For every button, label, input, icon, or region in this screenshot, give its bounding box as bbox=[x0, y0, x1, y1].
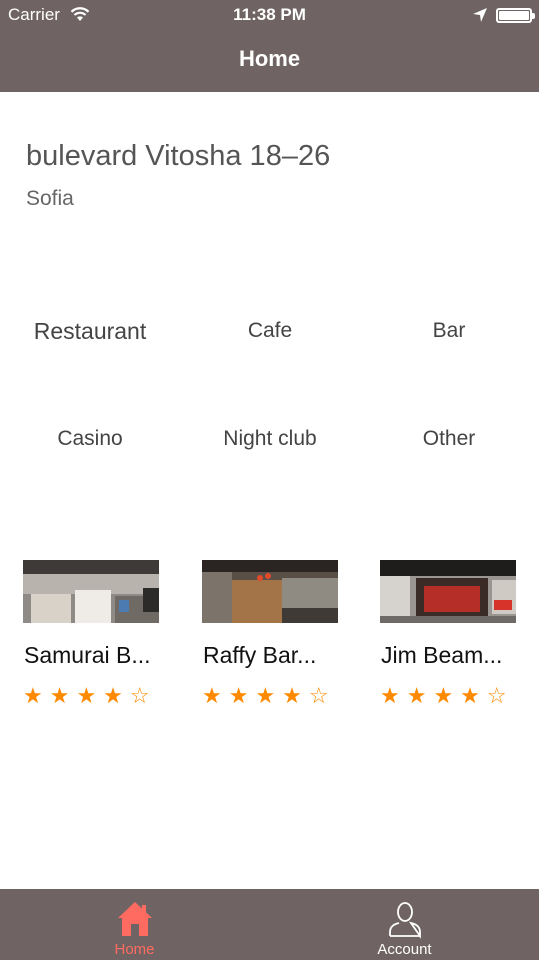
person-icon bbox=[388, 902, 421, 939]
navigation-bar: Carrier 11:38 PM Home bbox=[0, 0, 539, 92]
battery-icon bbox=[496, 8, 535, 23]
venue-name: Samurai B... bbox=[24, 642, 151, 668]
home-icon bbox=[117, 902, 152, 936]
address-label: bulevard Vitosha 18–26 bbox=[26, 140, 331, 172]
venue-photo bbox=[380, 560, 516, 623]
category-cafe[interactable]: Cafe bbox=[180, 319, 360, 343]
category-bar[interactable]: Bar bbox=[359, 319, 539, 343]
tab-account-label: Account bbox=[377, 941, 432, 958]
category-casino[interactable]: Casino bbox=[0, 427, 180, 451]
venue-photo bbox=[23, 560, 159, 623]
location-arrow-icon bbox=[473, 8, 487, 22]
venue-name: Jim Beam... bbox=[381, 642, 503, 668]
tab-bar: Home Account bbox=[0, 889, 539, 960]
clock-label: 11:38 PM bbox=[233, 5, 306, 24]
rating-stars: ★★★★☆ bbox=[202, 683, 336, 708]
rating-stars: ★★★★☆ bbox=[380, 683, 514, 708]
tab-home[interactable]: Home bbox=[0, 889, 269, 960]
category-other[interactable]: Other bbox=[359, 427, 539, 451]
rating-stars: ★★★★☆ bbox=[23, 683, 157, 708]
category-night-club[interactable]: Night club bbox=[180, 427, 360, 451]
status-bar: Carrier 11:38 PM bbox=[0, 0, 539, 30]
page-title: Home bbox=[238, 46, 301, 71]
tab-account[interactable]: Account bbox=[270, 889, 539, 960]
category-restaurant[interactable]: Restaurant bbox=[0, 318, 180, 345]
tab-home-label: Home bbox=[114, 941, 155, 958]
venue-name: Raffy Bar... bbox=[203, 642, 317, 668]
city-label: Sofia bbox=[26, 187, 74, 210]
venue-photo bbox=[202, 560, 338, 623]
